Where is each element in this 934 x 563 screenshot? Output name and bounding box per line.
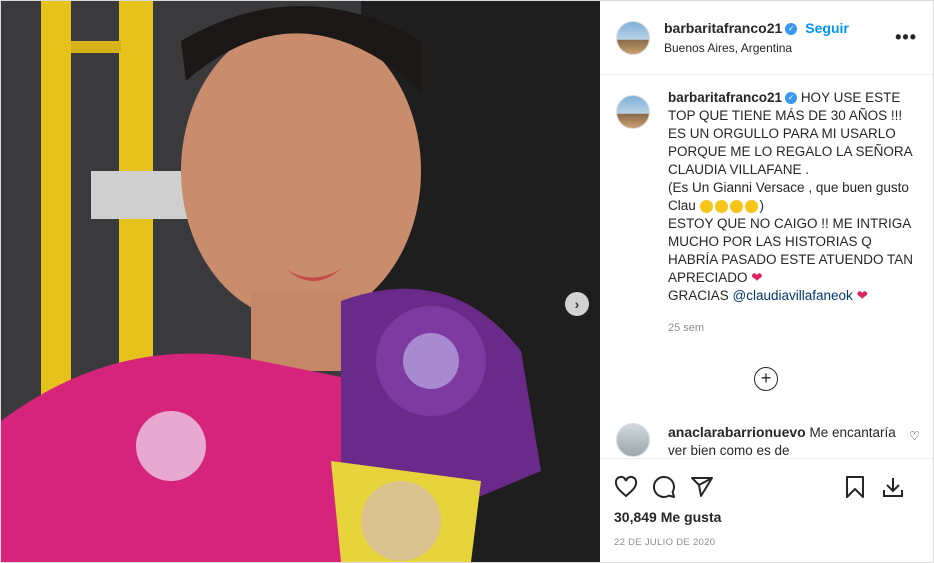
avatar[interactable]	[616, 20, 650, 55]
next-image-button[interactable]: ›	[565, 292, 589, 316]
follow-button[interactable]: Seguir	[805, 20, 849, 36]
action-bar: 30,849 Me gusta 22 DE JULIO DE 2020	[600, 458, 933, 562]
comment-username[interactable]: anaclarabarrionuevo	[668, 424, 806, 440]
caption-text: barbaritafranco21 ✓ HOY USE ESTE TOP QUE …	[668, 89, 917, 337]
location-link[interactable]: Buenos Aires, Argentina	[664, 41, 895, 55]
caption-line3: ESTOY QUE NO CAIGO !! ME INTRIGA MUCHO P…	[668, 216, 914, 285]
download-icon[interactable]	[881, 475, 905, 499]
like-icon[interactable]	[614, 475, 638, 499]
post-sidebar: barbaritafranco21 ✓ Seguir Buenos Aires, A…	[600, 1, 933, 562]
verified-badge-icon: ✓	[785, 92, 798, 105]
share-icon[interactable]	[690, 475, 714, 499]
caption-line2-end: )	[759, 198, 765, 213]
heart-emoji-icon: ❤	[751, 270, 763, 285]
laughing-emoji-icon	[699, 199, 713, 213]
load-more-comments-button[interactable]: +	[754, 367, 778, 391]
caption-line4: GRACIAS	[668, 288, 729, 303]
likes-count[interactable]: 30,849 Me gusta	[614, 509, 919, 525]
laughing-emoji-icon	[714, 199, 728, 213]
avatar[interactable]	[616, 95, 650, 129]
more-options-icon[interactable]: •••	[895, 27, 917, 48]
caption-username[interactable]: barbaritafranco21	[668, 90, 782, 105]
post-header: barbaritafranco21 ✓ Seguir Buenos Aires, A…	[600, 1, 933, 75]
photo-illustration	[1, 1, 600, 562]
comment-icon[interactable]	[652, 475, 676, 499]
heart-emoji-icon: ❤	[856, 288, 868, 303]
caption-time[interactable]: 25 sem	[668, 319, 917, 337]
laughing-emoji-icon	[729, 199, 743, 213]
post-date: 22 DE JULIO DE 2020	[614, 537, 716, 548]
caption: barbaritafranco21 ✓ HOY USE ESTE TOP QUE …	[616, 89, 917, 337]
laughing-emoji-icon	[744, 199, 758, 213]
save-bookmark-icon[interactable]	[843, 475, 867, 499]
like-comment-icon[interactable]: ♡	[909, 429, 920, 443]
post-card: › barbaritafranco21 ✓ Seguir Buenos Aires,…	[0, 0, 934, 563]
post-image[interactable]: ›	[1, 1, 600, 562]
avatar[interactable]	[616, 423, 650, 457]
mention-link[interactable]: @claudiavillafaneok	[733, 288, 853, 303]
verified-badge-icon: ✓	[785, 22, 798, 35]
comment-item: anaclarabarrionuevo Me encantaría ver bi…	[616, 423, 920, 458]
username-link[interactable]: barbaritafranco21	[664, 20, 782, 36]
comments-section: barbaritafranco21 ✓ HOY USE ESTE TOP QUE …	[600, 75, 933, 458]
